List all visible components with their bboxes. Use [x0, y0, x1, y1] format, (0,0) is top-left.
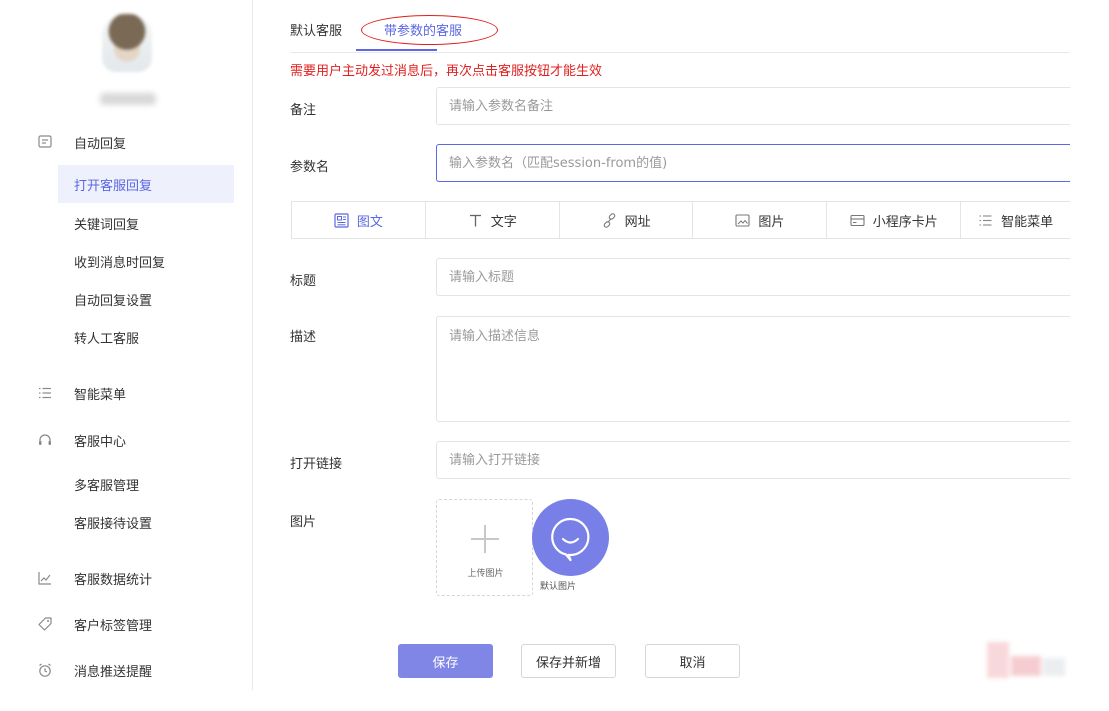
sidebar-item-message-reply[interactable]: 收到消息时回复	[58, 242, 234, 280]
tab-baseline	[290, 52, 1070, 53]
headset-icon	[37, 432, 53, 448]
nav-group-smart-menu[interactable]: 智能菜单	[0, 377, 234, 409]
description-textarea[interactable]	[436, 316, 1070, 422]
type-label: 文字	[490, 214, 517, 230]
sidebar-item-reception-settings[interactable]: 客服接待设置	[58, 503, 234, 541]
cancel-button[interactable]: 取消	[645, 644, 740, 678]
remark-label: 备注	[290, 103, 317, 118]
description-label: 描述	[290, 330, 317, 345]
save-and-add-button[interactable]: 保存并新增	[521, 644, 616, 678]
active-tab-indicator	[356, 49, 437, 51]
param-name-input[interactable]	[436, 144, 1070, 182]
alarm-clock-icon	[37, 662, 53, 678]
save-button[interactable]: 保存	[398, 644, 493, 678]
image-label: 图片	[290, 515, 317, 530]
picture-icon	[735, 213, 750, 228]
default-image-caption: 默认图片	[540, 582, 577, 592]
remark-input[interactable]	[436, 87, 1070, 125]
nav-group-auto-reply[interactable]: 自动回复	[0, 126, 234, 158]
sidebar-divider	[252, 0, 253, 690]
nav-group-label: 消息推送提醒	[74, 664, 153, 680]
card-icon	[850, 213, 865, 228]
type-label: 网址	[624, 214, 651, 230]
notice-text: 需要用户主动发过消息后，再次点击客服按钮才能生效	[290, 64, 603, 79]
nav-group-customer-tags[interactable]: 客户标签管理	[0, 608, 234, 640]
annotation-ellipse	[361, 15, 498, 45]
sidebar-item-multi-service[interactable]: 多客服管理	[58, 465, 234, 503]
username-blurred	[100, 93, 156, 105]
link-label: 打开链接	[290, 457, 343, 472]
line-chart-icon	[37, 570, 53, 586]
upload-image-button[interactable]: 上传图片	[436, 499, 533, 596]
type-label: 图文	[356, 214, 383, 230]
nav-group-label: 智能菜单	[74, 387, 127, 403]
image-text-icon	[334, 212, 349, 228]
sidebar-item-transfer-human[interactable]: 转人工客服	[58, 318, 234, 356]
blurred-watermark	[987, 642, 1065, 678]
title-label: 标题	[290, 274, 317, 289]
nav-group-service-center[interactable]: 客服中心	[0, 424, 234, 456]
link-input[interactable]	[436, 441, 1070, 479]
type-button-miniprogram-card[interactable]: 小程序卡片	[827, 202, 962, 238]
type-label: 小程序卡片	[872, 214, 938, 230]
content-type-selector: 图文 文字 网址 图片 小程序卡片 智能菜单	[291, 201, 1070, 239]
nav-group-push-reminder[interactable]: 消息推送提醒	[0, 654, 234, 686]
type-button-link[interactable]: 网址	[560, 202, 694, 238]
chat-square-icon	[37, 134, 53, 150]
upload-label: 上传图片	[467, 569, 504, 579]
nav-group-label: 客服数据统计	[74, 572, 153, 588]
type-label: 智能菜单	[1001, 214, 1054, 230]
default-image-thumbnail[interactable]	[532, 499, 609, 576]
title-input[interactable]	[436, 258, 1070, 296]
tag-icon	[37, 616, 53, 632]
tab-default-service[interactable]: 默认客服	[290, 20, 342, 39]
chat-bubble-smile-icon	[551, 517, 590, 562]
nav-group-label: 客服中心	[74, 434, 127, 450]
type-button-picture[interactable]: 图片	[693, 202, 828, 238]
type-button-text[interactable]: 文字	[426, 202, 560, 238]
type-button-smart-menu[interactable]: 智能菜单	[961, 202, 1070, 238]
sidebar-item-auto-reply-settings[interactable]: 自动回复设置	[58, 280, 234, 318]
nav-group-service-stats[interactable]: 客服数据统计	[0, 562, 234, 594]
menu-list-icon	[978, 213, 993, 228]
nav-group-label: 客户标签管理	[74, 618, 153, 634]
text-t-icon	[468, 213, 483, 228]
nav-group-label: 自动回复	[74, 136, 127, 152]
avatar[interactable]	[102, 14, 152, 72]
menu-list-icon	[37, 385, 53, 401]
link-icon	[602, 212, 617, 228]
sidebar-item-keyword-reply[interactable]: 关键词回复	[58, 204, 234, 242]
type-button-image-text[interactable]: 图文	[292, 202, 426, 238]
sidebar-item-open-service-reply[interactable]: 打开客服回复	[58, 165, 234, 203]
param-name-label: 参数名	[290, 160, 330, 175]
sidebar: 自动回复 打开客服回复 关键词回复 收到消息时回复 自动回复设置 转人工客服 智…	[0, 0, 234, 711]
type-label: 图片	[758, 214, 785, 230]
